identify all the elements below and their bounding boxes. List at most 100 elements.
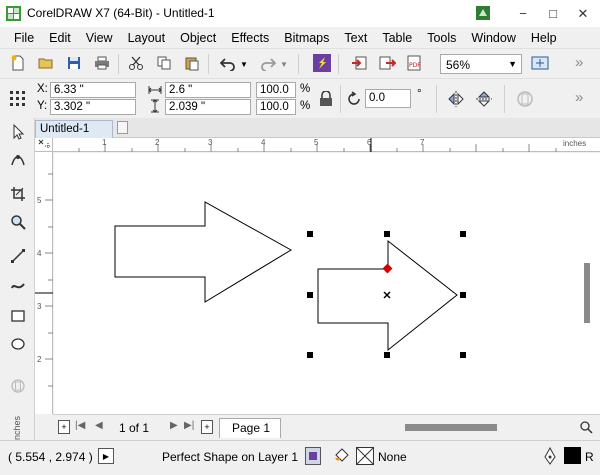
vertical-scrollbar-thumb[interactable] xyxy=(584,263,590,323)
new-tab-icon[interactable] xyxy=(117,121,128,134)
vertical-ruler[interactable]: 5 4 3 2 xyxy=(35,152,53,414)
outline-pen-icon[interactable] xyxy=(543,446,557,468)
paste-icon[interactable] xyxy=(182,53,202,73)
menu-tools[interactable]: Tools xyxy=(419,31,463,45)
fill-bucket-icon[interactable] xyxy=(333,447,351,468)
x-position-input[interactable]: 6.33 " xyxy=(50,82,136,98)
redo-dropdown-icon[interactable]: ▼ xyxy=(280,60,288,69)
menu-text[interactable]: Text xyxy=(336,31,374,45)
rotation-angle-input[interactable]: 0.0 xyxy=(365,89,411,108)
zoom-level-combo[interactable]: 56% ▼ xyxy=(440,54,522,74)
coreldraw-logo-icon xyxy=(475,5,491,21)
redo-icon[interactable] xyxy=(258,53,278,73)
mirror-horizontal-icon[interactable] xyxy=(446,89,466,109)
status-expand-icon[interactable]: ▶ xyxy=(98,448,114,464)
window-title: CorelDRAW X7 (64-Bit) - Untitled-1 xyxy=(27,6,215,20)
height-icon xyxy=(150,99,160,116)
page-count: 1 of 1 xyxy=(119,421,150,435)
copy-icon[interactable] xyxy=(154,53,174,73)
ruler-origin-corner[interactable] xyxy=(35,138,53,152)
degree-symbol: ° xyxy=(417,88,422,100)
menu-layout[interactable]: Layout xyxy=(120,31,173,45)
rectangle-tool-icon[interactable] xyxy=(8,306,28,326)
close-button[interactable]: ✕ xyxy=(568,0,598,27)
undo-dropdown-icon[interactable]: ▼ xyxy=(240,60,248,69)
height-input[interactable]: 2.039 " xyxy=(165,99,251,115)
convert-to-curves-icon[interactable] xyxy=(515,89,535,109)
add-page-after-icon[interactable]: + xyxy=(201,420,213,434)
rotation-icon xyxy=(344,89,364,109)
width-input[interactable]: 2.6 " xyxy=(165,82,251,98)
lock-ratio-icon[interactable] xyxy=(316,89,336,109)
page-navigator: + |◀ ◀ 1 of 1 ▶ ▶| + Page 1 xyxy=(53,414,600,440)
menu-help[interactable]: Help xyxy=(523,31,564,45)
pick-tool-icon[interactable] xyxy=(8,122,28,142)
toolbar-overflow-icon[interactable]: » xyxy=(575,54,583,71)
scale-height-input[interactable]: 100.0 xyxy=(256,99,296,115)
outline-color-swatch[interactable] xyxy=(564,447,581,464)
zoom-tool-icon[interactable] xyxy=(8,212,28,232)
svg-text:PDF: PDF xyxy=(409,62,421,69)
object-origin-icon[interactable] xyxy=(8,89,28,109)
open-folder-icon[interactable] xyxy=(36,53,56,73)
property-bar-overflow-icon[interactable]: » xyxy=(575,89,583,106)
undo-icon[interactable] xyxy=(218,53,238,73)
previous-page-icon[interactable]: ◀ xyxy=(95,420,103,431)
standard-toolbar: ▼ ▼ PDF 56% ▼ » xyxy=(0,48,600,78)
title-bar: CorelDRAW X7 (64-Bit) - Untitled-1 − □ ✕ xyxy=(0,0,600,27)
publish-pdf-icon[interactable]: PDF xyxy=(404,53,424,73)
export-icon[interactable] xyxy=(377,53,397,73)
menu-bitmaps[interactable]: Bitmaps xyxy=(276,31,336,45)
status-bar: ( 5.554 , 2.974 ) ▶ Perfect Shape on Lay… xyxy=(0,440,600,475)
v-ruler-tick: 2 xyxy=(37,355,42,364)
horizontal-scrollbar-thumb[interactable] xyxy=(405,424,497,431)
menu-object[interactable]: Object xyxy=(172,31,223,45)
ellipse-tool-icon[interactable] xyxy=(8,334,28,354)
h-ruler-tick: 2 xyxy=(155,138,160,147)
color-proof-icon[interactable] xyxy=(305,447,321,465)
new-document-icon[interactable] xyxy=(8,53,28,73)
document-tab-label: Untitled-1 xyxy=(40,123,90,135)
menu-edit[interactable]: Edit xyxy=(41,31,78,45)
menu-view[interactable]: View xyxy=(78,31,120,45)
menu-file[interactable]: File xyxy=(6,31,41,45)
cut-icon[interactable] xyxy=(126,53,146,73)
no-fill-swatch[interactable] xyxy=(356,447,374,465)
first-page-icon[interactable]: |◀ xyxy=(75,420,85,431)
print-icon[interactable] xyxy=(92,53,112,73)
freehand-tool-icon[interactable] xyxy=(8,246,28,266)
toolbox: inches xyxy=(0,118,35,442)
scale-width-percent: % xyxy=(300,83,311,95)
minimize-button[interactable]: − xyxy=(508,0,538,27)
drawing-canvas[interactable] xyxy=(54,153,600,414)
full-screen-preview-icon[interactable] xyxy=(530,53,550,73)
y-position-input[interactable]: 3.302 " xyxy=(50,99,136,115)
artistic-media-icon[interactable] xyxy=(8,276,28,296)
mirror-vertical-icon[interactable] xyxy=(474,89,494,109)
app-icon xyxy=(6,6,21,21)
scale-width-input[interactable]: 100.0 xyxy=(256,82,296,98)
zoom-dropdown-icon: ▼ xyxy=(508,59,517,69)
coreldraw-window: CorelDRAW X7 (64-Bit) - Untitled-1 − □ ✕… xyxy=(0,0,600,475)
menu-window[interactable]: Window xyxy=(463,31,522,45)
last-page-icon[interactable]: ▶| xyxy=(184,420,194,431)
save-icon[interactable] xyxy=(64,53,84,73)
menu-table[interactable]: Table xyxy=(374,31,419,45)
import-icon[interactable] xyxy=(350,53,370,73)
crop-tool-icon[interactable] xyxy=(8,184,28,204)
h-ruler-tick: 5 xyxy=(314,138,319,147)
maximize-button[interactable]: □ xyxy=(538,0,568,27)
page-tab[interactable]: Page 1 xyxy=(219,418,281,438)
v-ruler-tick: 4 xyxy=(37,249,42,258)
x-label: X: xyxy=(37,83,48,95)
horizontal-ruler[interactable]: 1 2 3 4 5 6 7 inches xyxy=(53,138,600,152)
width-icon xyxy=(148,84,162,98)
search-content-icon[interactable] xyxy=(312,53,332,73)
add-page-before-icon[interactable]: + xyxy=(58,420,70,434)
shape-tool-icon[interactable] xyxy=(8,150,28,170)
interactive-tool-icon[interactable] xyxy=(8,376,28,396)
document-tab[interactable]: Untitled-1 xyxy=(35,120,113,138)
next-page-icon[interactable]: ▶ xyxy=(170,420,178,431)
menu-effects[interactable]: Effects xyxy=(223,31,276,45)
navigator-zoom-icon[interactable] xyxy=(579,420,593,437)
